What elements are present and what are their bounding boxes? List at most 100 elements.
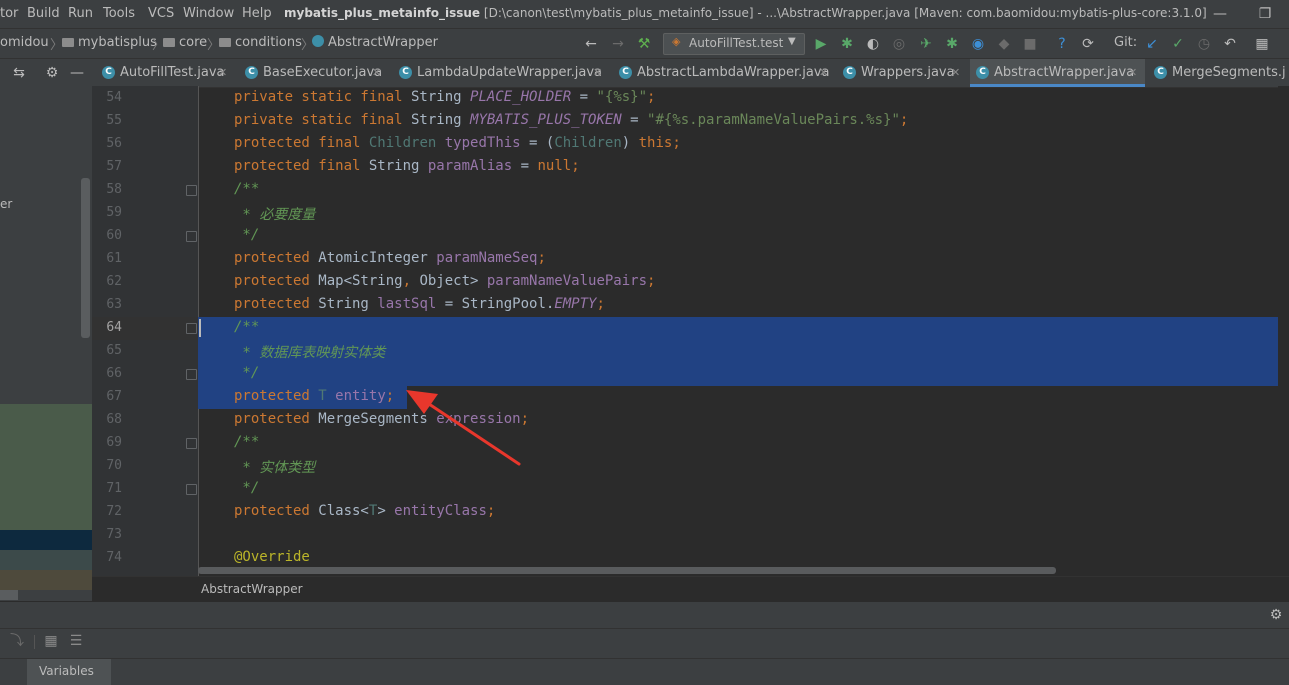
folder-icon [163, 38, 175, 47]
tab-autofilltest[interactable]: C AutoFillTest.java ✕ [96, 59, 236, 87]
fold-marker-icon[interactable] [186, 484, 197, 495]
close-icon[interactable]: ✕ [819, 66, 828, 79]
code-line[interactable]: protected Map<String, Object> paramNameV… [234, 273, 655, 289]
breadcrumb-abstractwrapper[interactable]: AbstractWrapper [312, 35, 438, 50]
code-line[interactable]: protected final Children typedThis = (Ch… [234, 135, 681, 151]
code-line[interactable]: */ [234, 365, 259, 381]
breadcrumb-label: core [179, 35, 208, 50]
forward-arrow-icon[interactable]: → [609, 35, 627, 53]
close-icon[interactable]: ✕ [1128, 66, 1137, 79]
attach-icon[interactable]: ◆ [995, 35, 1013, 53]
jrebel-run-icon[interactable]: ✈ [917, 35, 935, 53]
code-line[interactable]: private static final String MYBATIS_PLUS… [234, 112, 908, 128]
menu-window[interactable]: Window [183, 6, 234, 21]
project-structure-icon[interactable]: ▦ [1253, 35, 1271, 53]
code-line[interactable]: /** [234, 319, 259, 335]
editor-breadcrumb[interactable]: AbstractWrapper [201, 582, 303, 596]
code-line[interactable]: * 数据库表映射实体类 [234, 342, 385, 362]
minimize-icon[interactable]: — [1207, 3, 1233, 25]
run-icon[interactable]: ▶ [812, 35, 830, 53]
tree-item-label[interactable]: er [0, 197, 12, 211]
tab-lambdaupdatewrapper[interactable]: C LambdaUpdateWrapper.java ✕ [393, 59, 611, 87]
breadcrumb-conditions[interactable]: conditions [219, 35, 302, 50]
hide-panel-icon[interactable]: — [68, 64, 86, 82]
tab-mergesegments[interactable]: C MergeSegments.j [1148, 59, 1289, 87]
stop-icon[interactable]: ■ [1021, 35, 1039, 53]
code-line[interactable]: protected String lastSql = StringPool.EM… [234, 296, 605, 312]
back-arrow-icon[interactable]: ← [582, 35, 600, 53]
refresh-icon[interactable]: ⟳ [1079, 35, 1097, 53]
breadcrumb-core[interactable]: core [163, 35, 207, 50]
code-line[interactable]: */ [234, 480, 259, 496]
code-line[interactable]: protected Class<T> entityClass; [234, 503, 495, 519]
frames-icon[interactable]: ▦ [42, 632, 60, 650]
breadcrumb-baomidou[interactable]: omidou [0, 35, 49, 50]
git-commit-icon[interactable]: ✓ [1169, 35, 1187, 53]
line-number: 74 [106, 550, 122, 565]
text-caret [199, 319, 201, 337]
code-line[interactable]: * 实体类型 [234, 457, 315, 477]
menu-tools[interactable]: Tools [103, 6, 135, 21]
code-line[interactable]: /** [234, 181, 259, 197]
horizontal-scrollbar[interactable] [198, 567, 1056, 574]
fold-marker-icon[interactable] [186, 438, 197, 449]
fold-marker-icon[interactable] [186, 185, 197, 196]
tab-wrappers[interactable]: C Wrappers.java ✕ [837, 59, 967, 87]
fold-marker-icon[interactable] [186, 369, 197, 380]
fold-marker-icon[interactable] [186, 231, 197, 242]
close-icon[interactable]: ✕ [218, 66, 227, 79]
breadcrumb-mybatisplus[interactable]: mybatisplus [62, 35, 157, 50]
close-icon[interactable]: ✕ [372, 66, 381, 79]
help-icon[interactable]: ? [1053, 35, 1071, 53]
build-hammer-icon[interactable]: ⚒ [635, 35, 653, 53]
close-icon[interactable]: ✕ [951, 66, 960, 79]
line-number: 72 [106, 504, 122, 519]
line-number: 71 [106, 481, 122, 496]
tab-variables[interactable]: Variables [27, 659, 111, 685]
line-number: 57 [106, 159, 122, 174]
code-line[interactable]: * 必要度量 [234, 204, 315, 224]
debug-icon[interactable]: ✱ [838, 35, 856, 53]
step-over-icon[interactable]: ⤵ [8, 632, 26, 650]
profiler-icon[interactable]: ◎ [890, 35, 908, 53]
jrebel-icon[interactable]: ◉ [969, 35, 987, 53]
gear-icon[interactable]: ⚙ [1267, 606, 1285, 624]
fold-marker-icon[interactable] [186, 323, 197, 334]
line-number: 58 [106, 182, 122, 197]
run-configuration-select[interactable]: ◈ AutoFillTest.test ▼ [663, 33, 805, 55]
menu-help[interactable]: Help [242, 6, 272, 21]
line-number: 54 [106, 90, 122, 105]
revert-icon[interactable]: ↶ [1221, 35, 1239, 53]
line-number: 59 [106, 205, 122, 220]
tab-abstractlambdawrapper[interactable]: C AbstractLambdaWrapper.java ✕ [613, 59, 835, 87]
split-icon[interactable]: ⇆ [10, 64, 28, 82]
code-line[interactable]: @Override [234, 549, 310, 565]
restore-icon[interactable]: ❐ [1252, 3, 1278, 25]
jrebel-debug-icon[interactable]: ✱ [943, 35, 961, 53]
vertical-scrollbar[interactable] [1278, 86, 1289, 576]
scrollbar[interactable] [81, 178, 90, 338]
menu-editor[interactable]: tor [0, 6, 18, 21]
gear-icon[interactable]: ⚙ [43, 64, 61, 82]
close-icon[interactable]: ✕ [593, 66, 602, 79]
line-number: 64 [106, 320, 122, 335]
window-title: mybatis_plus_metainfo_issue [D:\canon\te… [284, 6, 1207, 20]
code-line[interactable]: protected T entity; [234, 388, 394, 404]
tab-label: AutoFillTest.java [120, 65, 225, 80]
tab-label: AbstractWrapper.java [994, 65, 1135, 80]
code-line[interactable]: protected AtomicInteger paramNameSeq; [234, 250, 546, 266]
menu-vcs[interactable]: VCS [148, 6, 174, 21]
code-line[interactable]: /** [234, 434, 259, 450]
menu-run[interactable]: Run [68, 6, 93, 21]
code-line[interactable]: */ [234, 227, 259, 243]
tab-abstractwrapper[interactable]: C AbstractWrapper.java ✕ [970, 59, 1145, 87]
history-icon[interactable]: ◷ [1195, 35, 1213, 53]
debug-tool-window: ⚙ ⤵ ▦ ☰ Variables [0, 601, 1289, 685]
git-update-icon[interactable]: ↙ [1143, 35, 1161, 53]
code-line[interactable]: protected final String paramAlias = null… [234, 158, 580, 174]
threads-icon[interactable]: ☰ [67, 632, 85, 650]
code-line[interactable]: private static final String PLACE_HOLDER… [234, 89, 655, 105]
tab-baseexecutor[interactable]: C BaseExecutor.java ✕ [239, 59, 389, 87]
coverage-icon[interactable]: ◐ [864, 35, 882, 53]
menu-build[interactable]: Build [27, 6, 60, 21]
